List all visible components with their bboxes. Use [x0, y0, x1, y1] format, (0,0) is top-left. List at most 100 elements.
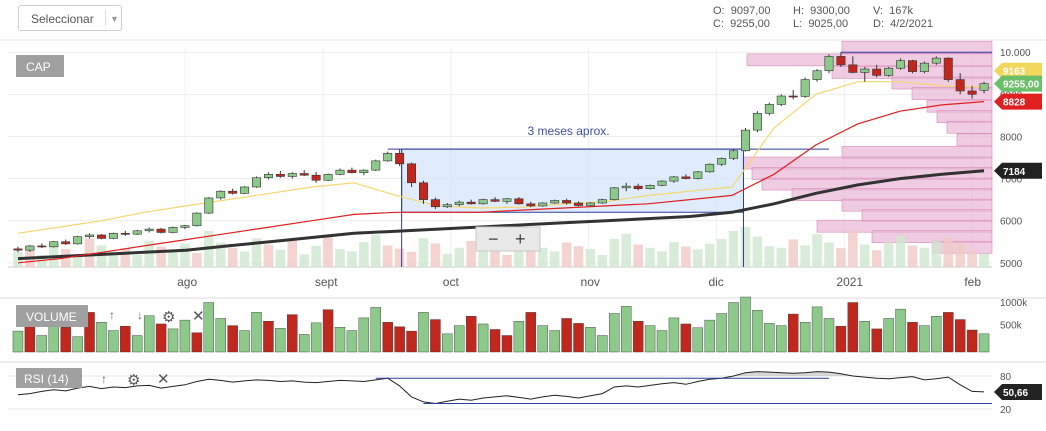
overlay-volume-bar [752, 236, 763, 267]
sma-mid-badge: 8828 [1003, 98, 1026, 109]
candle [669, 176, 679, 182]
volume-bar [728, 302, 739, 353]
volume-bar [132, 335, 143, 353]
candle [943, 57, 953, 80]
overlay-volume-bar [227, 247, 238, 267]
stock-chart[interactable]: 3 meses aprox. ago sept oct nov dic 2021 feb 1… [0, 0, 1046, 431]
candle [275, 174, 285, 177]
candle [633, 185, 643, 189]
overlay-volume-bar [120, 248, 131, 267]
price-badges: 91639255,0088287184 [994, 62, 1042, 179]
volume-bar [787, 313, 799, 353]
arrow-down-icon[interactable]: ↓ [137, 308, 143, 322]
overlay-volume-bar [72, 255, 83, 267]
volume-bar [978, 333, 990, 353]
y-tick-label: 6000 [1000, 217, 1023, 228]
close-icon[interactable]: ✕ [157, 371, 170, 388]
candle [884, 67, 894, 76]
overlay-volume-bar [871, 250, 882, 267]
candle [538, 202, 548, 207]
volume-bar [60, 327, 71, 353]
profile-bar [946, 120, 993, 134]
volume-bar [442, 333, 453, 353]
candle [490, 199, 500, 202]
volume-bar [549, 330, 560, 353]
zoom-in-button[interactable]: + [515, 229, 526, 249]
arrow-up-icon[interactable]: ↑ [101, 372, 107, 386]
overlay-volume-bar [382, 245, 393, 267]
rsi-tick-label: 80 [1000, 372, 1012, 383]
overlay-volume-bar [394, 248, 405, 267]
x-tick-label: oct [443, 275, 460, 289]
candle [25, 245, 35, 251]
panel-label-rsi: RSI (14) [24, 372, 69, 386]
overlay-volume-bar [96, 245, 107, 267]
volume-bar [883, 318, 894, 353]
candle [287, 173, 297, 177]
overlay-volume-bar [406, 251, 417, 267]
candle [717, 158, 727, 165]
volume-bar [489, 329, 501, 353]
x-tick-label: feb [964, 275, 981, 289]
volume-bar [477, 323, 489, 353]
last-price-badge: 9255,00 [1003, 80, 1040, 91]
candle [263, 174, 273, 179]
candle [705, 163, 715, 173]
volume-bar [895, 308, 906, 353]
close-icon[interactable]: ✕ [192, 308, 205, 325]
arrow-up-icon[interactable]: ↑ [109, 308, 115, 322]
volume-profile [741, 40, 993, 254]
volume-bar [931, 316, 942, 353]
candle [204, 197, 214, 214]
candle [430, 199, 440, 208]
candle [335, 169, 345, 175]
candle [85, 234, 94, 237]
candle [323, 174, 333, 181]
volume-bar [310, 322, 322, 353]
volume-bar [823, 318, 835, 353]
volume-bar [24, 323, 36, 353]
candle [979, 83, 989, 91]
y-tick-label: 8000 [1000, 132, 1023, 143]
volume-bar [740, 296, 751, 353]
candle [502, 198, 512, 202]
overlay-volume-bar [156, 246, 166, 267]
candle [13, 248, 23, 251]
volume-bar [382, 322, 393, 353]
gear-icon[interactable]: ⚙ [162, 309, 175, 326]
candle [419, 182, 428, 200]
volume-bar [322, 309, 334, 353]
volume-tick-label: 500k [1000, 321, 1023, 332]
overlay-volume-bar [883, 242, 894, 267]
overlay-volume-bar [585, 249, 596, 267]
volume-bar [358, 317, 370, 353]
overlay-volume-bar [764, 246, 775, 267]
candle [824, 56, 834, 72]
candle [931, 57, 941, 64]
overlay-volume-bar [955, 243, 965, 267]
candle [37, 245, 47, 248]
volume-bar [406, 330, 417, 353]
x-tick-label: nov [581, 275, 600, 289]
candle [645, 184, 655, 189]
overlay-volume-bar [776, 247, 787, 267]
candle [96, 234, 106, 239]
candle [168, 227, 178, 233]
y-tick-label: 10.000 [1000, 48, 1031, 59]
overlay-volume-bar [812, 234, 822, 267]
volume-bar [418, 312, 429, 353]
volume-bar [597, 335, 608, 353]
candle [228, 190, 238, 194]
volume-bar [430, 319, 441, 353]
candle [347, 169, 357, 173]
candle [454, 201, 464, 205]
volume-bar [12, 330, 24, 353]
zoom-out-button[interactable]: − [488, 229, 499, 249]
candle [61, 241, 71, 245]
volume-bar [609, 313, 620, 353]
zoom-controls[interactable]: − + [475, 226, 541, 252]
volume-bar [191, 332, 203, 353]
gear-icon[interactable]: ⚙ [127, 372, 140, 389]
overlay-volume-bar [740, 227, 751, 267]
overlay-volume-bar [907, 245, 918, 267]
